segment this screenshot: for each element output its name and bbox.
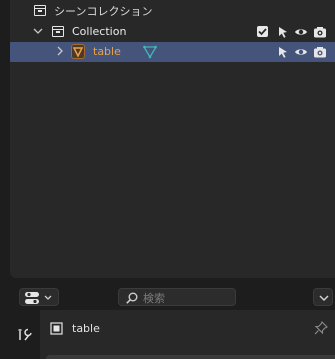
checkbox-icon[interactable]	[257, 26, 268, 37]
object-label: table	[93, 45, 121, 58]
properties-panel: table	[10, 310, 335, 359]
properties-header: 検索	[10, 285, 335, 310]
editor-type-selector[interactable]	[19, 288, 59, 306]
collection-icon	[52, 26, 64, 37]
outliner-row-scene-collection[interactable]: シーンコレクション	[10, 2, 335, 22]
chevron-down-icon[interactable]	[33, 26, 43, 36]
camera-icon[interactable]	[313, 45, 327, 59]
outliner-panel: シーンコレクション Collection table	[10, 0, 335, 278]
scene-collection-label: シーンコレクション	[54, 5, 153, 18]
pin-icon[interactable]	[314, 321, 328, 335]
object-name-label: table	[72, 322, 100, 335]
eye-icon[interactable]	[294, 25, 308, 39]
camera-icon[interactable]	[313, 25, 327, 39]
tool-icon[interactable]	[17, 326, 33, 342]
mesh-object-icon	[71, 44, 85, 59]
mesh-data-icon[interactable]	[142, 45, 158, 59]
options-dropdown-button[interactable]	[313, 288, 333, 306]
search-icon	[126, 292, 138, 304]
cursor-icon[interactable]	[276, 25, 290, 39]
object-data-icon	[50, 322, 63, 335]
search-placeholder: 検索	[143, 292, 165, 305]
eye-icon[interactable]	[294, 45, 308, 59]
cursor-icon[interactable]	[276, 45, 290, 59]
collection-label: Collection	[72, 25, 127, 38]
outliner-row-collection[interactable]: Collection	[10, 22, 335, 42]
chevron-right-icon[interactable]	[55, 46, 65, 56]
search-input[interactable]: 検索	[118, 288, 236, 306]
properties-tab-bar	[10, 310, 40, 359]
left-strip	[0, 0, 10, 359]
outliner-row-object[interactable]: table	[10, 42, 335, 62]
scroll-region	[46, 355, 335, 359]
toggle-icon	[25, 292, 52, 304]
scene-collection-icon	[34, 5, 46, 16]
chevron-down-icon	[319, 295, 329, 301]
